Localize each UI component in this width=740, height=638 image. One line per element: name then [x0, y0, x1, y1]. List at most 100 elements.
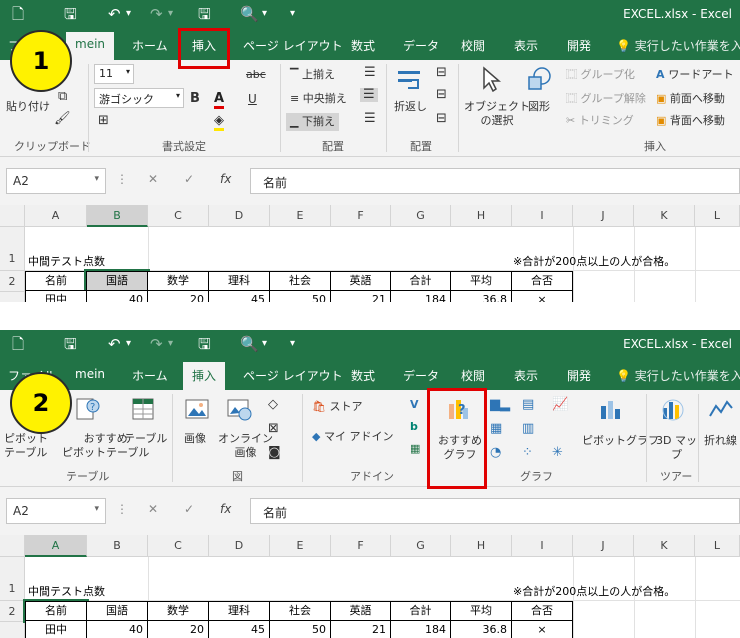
merge-center-icon[interactable]: ⊟ — [436, 88, 447, 102]
column-header[interactable]: I — [512, 535, 573, 557]
sparkline-line-button[interactable]: 折れ線 — [704, 434, 737, 448]
cell-i1[interactable]: ※合計が200点以上の人が合格。 — [513, 253, 675, 269]
table-cell[interactable]: 50 — [269, 290, 331, 302]
group-objects-button[interactable]: ⿴ グループ化 — [566, 68, 635, 82]
table-header-japanese[interactable]: 国語 — [84, 269, 150, 293]
column-header[interactable]: L — [695, 535, 740, 557]
column-header[interactable]: I — [512, 205, 573, 227]
column-header[interactable]: F — [331, 535, 391, 557]
name-box[interactable]: A2 ▾ — [6, 168, 106, 194]
cancel-icon[interactable]: ✕ — [148, 502, 158, 516]
new-file-icon[interactable]: 🗋 — [12, 5, 24, 23]
table-header-average[interactable]: 平均 — [450, 601, 512, 621]
row-header[interactable]: 2 — [0, 601, 25, 622]
pictures-button[interactable]: 画像 — [184, 432, 206, 446]
my-addins-button[interactable]: ◆ マイ アドイン — [312, 430, 393, 444]
print-dropdown-icon[interactable]: ▾ — [262, 5, 267, 23]
tell-me-box[interactable]: 💡 実行したい作業を入力 — [616, 37, 740, 54]
tab-page-layout[interactable]: ページ レイアウト — [243, 37, 343, 54]
column-chart-icon[interactable]: ▆▂ — [490, 398, 510, 412]
pivot-chart-button[interactable]: ピボットグラフ — [582, 434, 659, 448]
print-preview-icon[interactable]: 🔍 — [240, 335, 259, 353]
border-icon[interactable]: ⊞ — [98, 114, 109, 128]
tell-me-box[interactable]: 💡 実行したい作業を入力 — [616, 367, 740, 384]
pie-chart-icon[interactable]: ◔ — [490, 446, 501, 460]
save-icon[interactable]: 🖫 — [64, 335, 77, 353]
cancel-icon[interactable]: ✕ — [148, 172, 158, 186]
redo-dropdown-icon[interactable]: ▾ — [168, 5, 173, 23]
column-header[interactable]: L — [695, 205, 740, 227]
tab-developer[interactable]: 開発 — [567, 367, 591, 384]
merge-cells-icon[interactable]: ⊟ — [436, 112, 447, 126]
pivot-table-button[interactable]: ピボット テーブル — [4, 432, 48, 460]
column-header[interactable]: J — [573, 535, 634, 557]
customize-qat-icon[interactable]: ▾ — [290, 335, 295, 353]
quick-save-icon[interactable]: 🖫 — [198, 5, 211, 23]
bold-button[interactable]: B — [190, 92, 200, 106]
table-header-average[interactable]: 平均 — [450, 271, 512, 291]
column-header[interactable]: K — [634, 535, 695, 557]
column-header[interactable]: C — [148, 535, 209, 557]
send-back-button[interactable]: ▣ 背面へ移動 — [656, 114, 725, 128]
table-header-math[interactable]: 数学 — [147, 271, 209, 291]
tab-mein[interactable]: mein — [75, 367, 105, 381]
crop-button[interactable]: ✂ トリミング — [566, 114, 634, 128]
table-cell[interactable]: 20 — [147, 620, 209, 638]
column-header[interactable]: D — [209, 535, 270, 557]
waterfall-chart-icon[interactable]: ▥ — [522, 422, 534, 436]
visio-icon[interactable]: V — [410, 398, 419, 412]
fill-color-icon[interactable]: ◈ — [214, 114, 224, 131]
save-icon[interactable]: 🖫 — [64, 5, 77, 23]
column-header[interactable]: D — [209, 205, 270, 227]
column-header[interactable]: H — [451, 205, 512, 227]
screenshot-icon[interactable]: ◙ — [268, 446, 281, 460]
undo-dropdown-icon[interactable]: ▾ — [126, 5, 131, 23]
align-top-button[interactable]: ▔ 上揃え — [290, 68, 335, 82]
align-center-icon[interactable]: ☰ — [360, 88, 378, 102]
formula-input[interactable]: 名前 — [250, 498, 740, 524]
smartart-icon[interactable]: ⊠ — [268, 422, 279, 436]
merge-icon[interactable]: ⊟ — [436, 66, 447, 80]
strikethrough-button[interactable]: abc — [246, 68, 266, 82]
row-header[interactable]: 2 — [0, 271, 25, 292]
table-button[interactable]: テーブル — [124, 432, 167, 446]
table-header-english[interactable]: 英語 — [330, 271, 391, 291]
table-cell[interactable]: 50 — [269, 620, 331, 638]
table-cell[interactable]: 36.8 — [450, 620, 512, 638]
table-header-name[interactable]: 名前 — [25, 271, 87, 291]
shapes-icon[interactable]: ◇ — [268, 398, 278, 412]
table-header-result[interactable]: 合否 — [511, 271, 573, 291]
insert-function-icon[interactable]: fx — [220, 172, 231, 186]
wrap-text-button[interactable]: 折返し — [394, 100, 427, 114]
redo-icon[interactable]: ↷ — [150, 335, 163, 353]
table-header-japanese[interactable]: 国語 — [86, 601, 148, 621]
font-name-select[interactable]: 游ゴシック ▾ — [94, 88, 184, 108]
column-header[interactable]: K — [634, 205, 695, 227]
insert-function-icon[interactable]: fx — [220, 502, 231, 516]
tab-home[interactable]: ホーム — [132, 37, 168, 54]
select-all-corner[interactable] — [0, 535, 25, 557]
column-header[interactable]: B — [87, 205, 148, 227]
row-header[interactable] — [0, 622, 25, 638]
table-cell[interactable]: 田中 — [25, 290, 87, 302]
table-header-social[interactable]: 社会 — [269, 601, 331, 621]
tab-mein[interactable]: mein — [66, 32, 115, 60]
customize-qat-icon[interactable]: ▾ — [290, 5, 295, 23]
column-header[interactable]: H — [451, 535, 512, 557]
copy-icon[interactable]: ⧉ — [58, 90, 67, 104]
online-pictures-button[interactable]: オンライン 画像 — [218, 432, 273, 460]
align-middle-button[interactable]: ≡ 中央揃え — [290, 92, 347, 106]
column-header[interactable]: G — [391, 535, 451, 557]
align-left-icon[interactable]: ☰ — [364, 66, 376, 80]
row-header[interactable]: 1 — [0, 557, 25, 601]
wordart-button[interactable]: A ワードアート — [656, 68, 734, 82]
print-dropdown-icon[interactable]: ▾ — [262, 335, 267, 353]
cell-a1[interactable]: 中間テスト点数 — [28, 253, 105, 269]
column-header[interactable]: A — [25, 535, 87, 557]
tab-insert[interactable]: 挿入 — [183, 362, 226, 390]
column-header[interactable]: J — [573, 205, 634, 227]
shapes-button[interactable]: 図形 — [528, 100, 550, 114]
row-header[interactable] — [0, 292, 25, 302]
table-cell[interactable]: 184 — [390, 290, 451, 302]
column-header[interactable]: E — [270, 535, 331, 557]
